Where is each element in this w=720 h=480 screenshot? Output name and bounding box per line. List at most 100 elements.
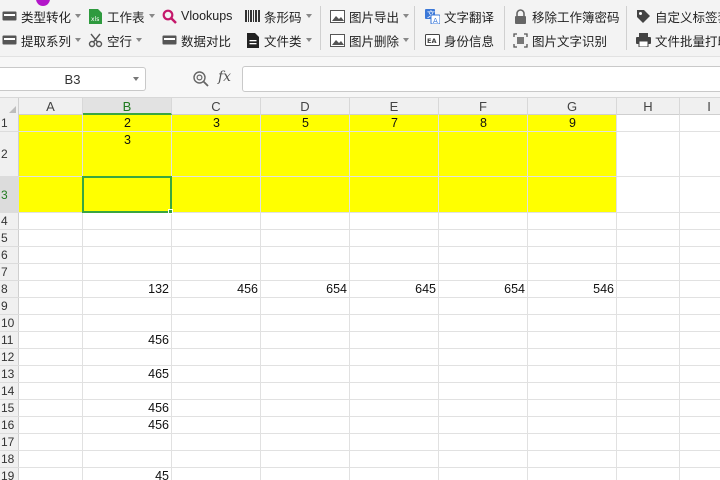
image-ocr-label: 图片文字识别 <box>532 34 608 49</box>
row-header-17[interactable]: 17 <box>0 434 19 451</box>
row-header-19[interactable]: 19 <box>0 468 19 480</box>
select-all-corner[interactable] <box>0 98 19 115</box>
image-ocr-button[interactable]: 图片文字识别 <box>513 28 607 52</box>
row-header-16[interactable]: 16 <box>0 417 19 434</box>
convert-type-label: 类型转化 <box>21 10 72 25</box>
cell-e8[interactable]: 645 <box>350 281 439 298</box>
fill-handle[interactable] <box>168 209 173 214</box>
row-header-7[interactable]: 7 <box>0 264 19 281</box>
row-header-11[interactable]: 11 <box>0 332 19 349</box>
ocr-icon <box>513 32 528 48</box>
vlookups-button[interactable]: Vlookups <box>162 4 232 28</box>
data-compare-label: 数据对比 <box>181 34 232 49</box>
cell-c1[interactable]: 3 <box>172 115 261 132</box>
translate-button[interactable]: 文A 文字翻译 <box>425 4 494 28</box>
cell-b16[interactable]: 456 <box>83 417 172 434</box>
image-export-label: 图片导出 <box>349 10 400 25</box>
svg-text:A: A <box>433 17 438 24</box>
column-header-f[interactable]: F <box>439 98 528 115</box>
lock-icon <box>513 8 528 24</box>
file-class-label: 文件类 <box>264 34 302 49</box>
chevron-down-icon <box>75 38 82 42</box>
custom-label-print-label: 自定义标签套打 <box>655 10 720 25</box>
compare-icon <box>162 33 177 48</box>
translate-label: 文字翻译 <box>444 10 495 25</box>
toolbar-divider <box>504 6 505 50</box>
worksheet-button[interactable]: xls 工作表 <box>88 4 155 28</box>
cell-d1[interactable]: 5 <box>261 115 350 132</box>
cell-b13[interactable]: 465 <box>83 366 172 383</box>
zoom-icon[interactable] <box>192 70 210 88</box>
grid-line <box>19 314 720 315</box>
cell-b8[interactable]: 132 <box>83 281 172 298</box>
empty-row-button[interactable]: 空行 <box>88 28 143 52</box>
row-header-14[interactable]: 14 <box>0 383 19 400</box>
cell-b11[interactable]: 456 <box>83 332 172 349</box>
row-header-5[interactable]: 5 <box>0 230 19 247</box>
formula-bar: B3 fx <box>0 56 720 98</box>
row-header-13[interactable]: 13 <box>0 366 19 383</box>
row-header-3[interactable]: 3 <box>0 177 19 213</box>
cell-f1[interactable]: 8 <box>439 115 528 132</box>
cell-c8[interactable]: 456 <box>172 281 261 298</box>
row-header-10[interactable]: 10 <box>0 315 19 332</box>
data-compare-button[interactable]: 数据对比 <box>162 28 231 52</box>
row-header-18[interactable]: 18 <box>0 451 19 468</box>
remove-password-label: 移除工作簿密码 <box>532 10 620 25</box>
row-header-2[interactable]: 2 <box>0 132 19 177</box>
cell-b19[interactable]: 45 <box>83 468 172 480</box>
formula-input[interactable] <box>242 66 720 92</box>
column-header-g[interactable]: G <box>528 98 617 115</box>
cell-g1[interactable]: 9 <box>528 115 617 132</box>
chevron-down-icon <box>136 38 143 42</box>
cell-e1[interactable]: 7 <box>350 115 439 132</box>
row-header-15[interactable]: 15 <box>0 400 19 417</box>
barcode-button[interactable]: 条形码 <box>245 4 312 28</box>
toolbar-row-2: 提取系列 空行 数据对比 文件类 图片删除 EA 身份信息 图片文字识别 文件批 <box>0 28 720 52</box>
cell-g8[interactable]: 546 <box>528 281 617 298</box>
barcode-icon <box>245 9 260 24</box>
column-header-c[interactable]: C <box>172 98 261 115</box>
column-header-a[interactable]: A <box>19 98 83 115</box>
function-icon[interactable]: fx <box>218 69 231 85</box>
column-header-h[interactable]: H <box>617 98 680 115</box>
column-header-e[interactable]: E <box>350 98 439 115</box>
vlookups-label: Vlookups <box>181 9 233 23</box>
chevron-down-icon <box>403 38 410 42</box>
translate-icon: 文A <box>425 8 440 24</box>
cell-f8[interactable]: 654 <box>439 281 528 298</box>
row-header-12[interactable]: 12 <box>0 349 19 366</box>
row-header-9[interactable]: 9 <box>0 298 19 315</box>
row-header-8[interactable]: 8 <box>0 281 19 298</box>
row-header-4[interactable]: 4 <box>0 213 19 230</box>
search-icon <box>162 9 177 24</box>
name-box[interactable]: B3 <box>0 67 146 91</box>
column-header-i[interactable]: I <box>680 98 720 115</box>
column-header-b[interactable]: B <box>83 98 172 115</box>
spreadsheet-grid[interactable]: ABCDEFGHI 1 2 3 4 5 6 7 8 9 10 11 12 13 14 15 16 17 18 19 … <box>0 98 720 480</box>
selected-cell-outline[interactable] <box>82 176 172 213</box>
cell-area[interactable]: 2 3 5 7 8 9 3 132 456 654 645 654 546 456 465 456 456 45 <box>19 115 720 480</box>
row-header-6[interactable]: 6 <box>0 247 19 264</box>
row-header-1[interactable]: 1 <box>0 115 19 132</box>
batch-print-button[interactable]: 文件批量打印 <box>636 28 720 52</box>
file-class-button[interactable]: 文件类 <box>245 28 312 52</box>
column-header-d[interactable]: D <box>261 98 350 115</box>
remove-password-button[interactable]: 移除工作簿密码 <box>513 4 620 28</box>
chevron-down-icon <box>133 77 139 81</box>
convert-type-button[interactable]: 类型转化 <box>2 4 82 28</box>
id-info-label: 身份信息 <box>444 34 495 49</box>
cell-b15[interactable]: 456 <box>83 400 172 417</box>
image-export-button[interactable]: 图片导出 <box>330 4 410 28</box>
worksheet-label: 工作表 <box>107 10 145 25</box>
cell-b2[interactable]: 3 <box>83 132 172 149</box>
batch-print-label: 文件批量打印 <box>655 34 720 49</box>
name-box-value: B3 <box>64 71 81 87</box>
cell-b1[interactable]: 2 <box>83 115 172 132</box>
extract-series-label: 提取系列 <box>21 34 72 49</box>
id-info-button[interactable]: EA 身份信息 <box>425 28 494 52</box>
custom-label-print-button[interactable]: 自定义标签套打 <box>636 4 720 28</box>
image-delete-button[interactable]: 图片删除 <box>330 28 410 52</box>
extract-series-button[interactable]: 提取系列 <box>2 28 82 52</box>
cell-d8[interactable]: 654 <box>261 281 350 298</box>
